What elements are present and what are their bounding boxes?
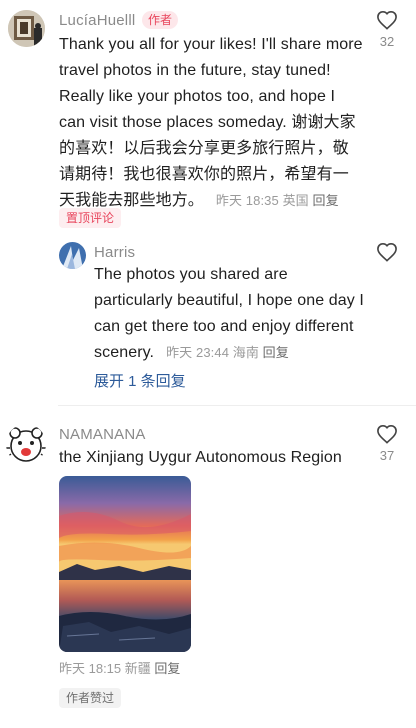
divider — [58, 405, 416, 406]
comment-meta: 昨天 18:35 英国 回复 — [208, 193, 339, 208]
comment-photo[interactable] — [59, 476, 191, 652]
reply-text: The photos you shared are particularly b… — [94, 262, 366, 366]
heart-outline-icon — [377, 424, 397, 444]
avatar-image — [59, 242, 86, 269]
avatar[interactable] — [59, 242, 86, 269]
author-badge: 作者 — [142, 11, 179, 29]
comment-location: 英国 — [282, 193, 309, 208]
reply-button[interactable]: 回复 — [154, 661, 180, 676]
heart-outline-icon — [377, 242, 397, 262]
reply-item: Harris The photos you shared are particu… — [0, 240, 416, 390]
comment-time: 昨天 18:15 — [59, 661, 122, 676]
comment-text-content: the Xinjiang Uygur Autonomous Region — [59, 449, 342, 466]
sunset-photo — [59, 476, 191, 652]
heart-outline-icon — [377, 10, 397, 30]
reply-button[interactable]: 回复 — [312, 193, 338, 208]
like-button[interactable] — [372, 242, 402, 262]
comment-location: 新疆 — [124, 661, 151, 676]
reply-button[interactable]: 回复 — [263, 345, 289, 360]
reply-meta: 昨天 23:44 海南 回复 — [159, 345, 289, 360]
pinned-badge: 置顶评论 — [59, 208, 122, 228]
avatar-image — [6, 427, 46, 462]
avatar[interactable] — [6, 424, 46, 464]
comment-username[interactable]: LucíaHuelll — [59, 12, 135, 29]
comment-username[interactable]: NAMANANA — [59, 426, 146, 443]
like-count: 37 — [379, 448, 395, 463]
comment-item: NAMANANA the Xinjiang Uygur Autonomous R… — [0, 410, 416, 728]
reply-username[interactable]: Harris — [94, 244, 135, 261]
comment-text: Thank you all for your likes! I'll share… — [59, 32, 364, 214]
expand-replies-button[interactable]: 展开 1 条回复 — [94, 370, 186, 391]
like-button[interactable]: 37 — [372, 424, 402, 463]
reply-time: 昨天 23:44 — [166, 345, 230, 360]
like-button[interactable]: 32 — [372, 10, 402, 49]
avatar-image — [8, 10, 45, 47]
reply-location: 海南 — [232, 345, 259, 360]
comment-text-content: Thank you all for your likes! I'll share… — [59, 36, 363, 209]
comment-item: LucíaHuelll 作者 Thank you all for your li… — [0, 0, 416, 240]
comment-text: the Xinjiang Uygur Autonomous Region — [59, 445, 364, 471]
comment-meta: 昨天 18:15 新疆 回复 — [59, 658, 180, 677]
author-liked-badge: 作者赞过 — [59, 688, 122, 708]
avatar[interactable] — [8, 10, 45, 47]
comment-time: 昨天 18:35 — [215, 193, 279, 208]
like-count: 32 — [379, 34, 395, 49]
